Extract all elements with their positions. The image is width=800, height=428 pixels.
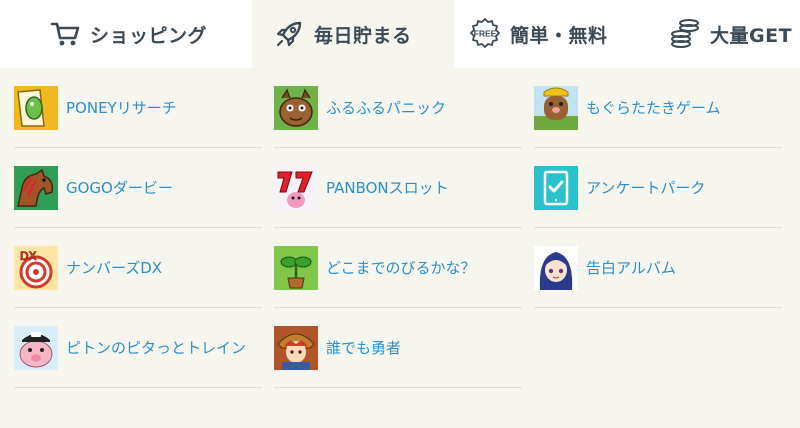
tab-bulk-get[interactable]: 大量GET: [668, 0, 800, 68]
list-item-furufuru-panic[interactable]: ふるふるパニック: [274, 68, 522, 148]
item-label: PANBONスロット: [326, 179, 449, 197]
item-label: アンケートパーク: [586, 179, 706, 197]
horse-derby-icon: [14, 165, 58, 210]
item-label: 誰でも勇者: [326, 339, 402, 357]
tab-shopping[interactable]: ショッピング: [48, 0, 252, 68]
tab-free[interactable]: FREE 簡単・無料: [468, 0, 656, 68]
mole-whack-icon: [534, 85, 578, 130]
furufuru-panic-icon: [274, 85, 318, 130]
free-badge-icon: FREE: [468, 17, 502, 51]
slot-seven-icon: [274, 165, 318, 210]
item-label: もぐらたたきゲーム: [586, 99, 721, 117]
list-item-poney-research[interactable]: PONEYリサーチ: [14, 68, 262, 148]
sprout-icon: [274, 245, 318, 290]
list-item-mole-whack[interactable]: もぐらたたきゲーム: [534, 68, 782, 148]
item-label: ピトンのピタっとトレイン: [66, 339, 247, 357]
list-item-survey-park[interactable]: アンケートパーク: [534, 148, 782, 228]
list-item-panbon-slot[interactable]: PANBONスロット: [274, 148, 522, 228]
list-item-gogo-derby[interactable]: GOGOダービー: [14, 148, 262, 228]
hero-warrior-icon: [274, 325, 318, 370]
anime-girl-icon: [534, 245, 578, 290]
list-item-confession-album[interactable]: 告白アルバム: [534, 228, 782, 308]
item-label: 告白アルバム: [586, 259, 676, 277]
tab-daily[interactable]: 毎日貯まる: [252, 0, 454, 68]
list-item-sprout[interactable]: どこまでのびるかな？: [274, 228, 522, 308]
poney-research-icon: [14, 85, 58, 130]
numbers-dx-target-icon: DX: [14, 245, 58, 290]
survey-tablet-icon: [534, 165, 578, 210]
tab-label: 簡単・無料: [510, 24, 608, 47]
dx-badge-text: DX: [20, 249, 37, 263]
item-label: GOGOダービー: [66, 179, 173, 197]
coins-icon: [668, 17, 702, 51]
list-item-anyone-hero[interactable]: 誰でも勇者: [274, 308, 522, 388]
tab-label: 大量GET: [710, 24, 793, 47]
free-badge-text: FREE: [474, 29, 497, 39]
list-item-piton-train[interactable]: ピトンのピタっとトレイン: [14, 308, 262, 388]
list-item-numbers-dx[interactable]: DX ナンバーズDX: [14, 228, 262, 308]
item-label: どこまでのびるかな？: [326, 259, 476, 277]
item-label: ナンバーズDX: [66, 259, 163, 277]
pig-conductor-icon: [14, 325, 58, 370]
item-label: ふるふるパニック: [326, 99, 447, 117]
item-label: PONEYリサーチ: [66, 99, 177, 117]
tab-label: 毎日貯まる: [314, 24, 412, 47]
cart-icon: [48, 17, 82, 51]
tab-label: ショッピング: [90, 24, 208, 47]
rocket-icon: [272, 17, 306, 51]
category-tab-bar: ショッピング 毎日貯まる FREE 簡単・無料 大量GET: [0, 0, 800, 68]
